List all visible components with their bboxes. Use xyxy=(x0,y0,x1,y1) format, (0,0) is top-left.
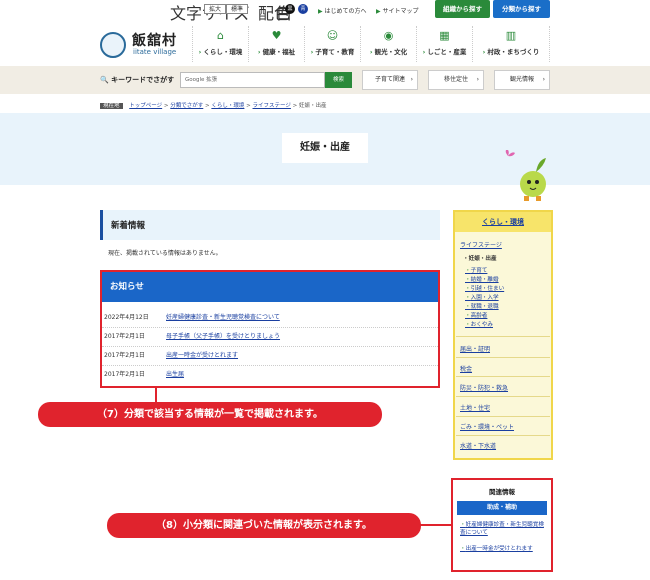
notice-date: 2022年4月12日 xyxy=(104,314,149,321)
sidebar-sub-link[interactable]: 引越・住まい xyxy=(465,285,505,293)
town-icon: ▥ xyxy=(505,29,517,42)
breadcrumb-link[interactable]: くらし・環境 xyxy=(211,103,244,109)
related-link[interactable]: 出産一時金が受けとれます xyxy=(460,545,546,553)
sidebar-category-link[interactable]: 税金 xyxy=(460,364,472,373)
village-logo-icon[interactable] xyxy=(100,32,126,58)
first-visit-link[interactable]: ▶ はじめての方へ xyxy=(318,6,367,15)
sidebar-category-link[interactable]: 水道・下水道 xyxy=(460,441,496,450)
new-info-header: 新着情報 xyxy=(100,210,440,240)
logo-subtitle: iitate village xyxy=(133,48,177,56)
nav-childcare[interactable]: ☺子育て・教育 xyxy=(304,26,360,62)
notice-header: お知らせ xyxy=(102,272,438,302)
nav-living[interactable]: ⌂くらし・環境 xyxy=(192,26,248,62)
heart-icon: ♥ xyxy=(271,29,282,42)
divider xyxy=(456,376,550,377)
building-icon: ▦ xyxy=(439,29,450,42)
quick-link-childcare[interactable]: 子育て関連 xyxy=(362,70,418,90)
sidebar-category-link[interactable]: 土地・住宅 xyxy=(460,403,490,412)
callout-7: （7）分類で該当する情報が一覧で掲載されます。 xyxy=(38,402,382,427)
sidebar-sub-link[interactable]: 子育て xyxy=(465,267,488,275)
sidebar-sub-link[interactable]: おくやみ xyxy=(465,321,493,329)
table-row: 2017年2月1日 出生届 xyxy=(102,366,438,385)
notice-date: 2017年2月1日 xyxy=(104,333,145,340)
nav-health[interactable]: ♥健康・福祉 xyxy=(248,26,304,62)
color-blue-button[interactable]: 青 xyxy=(298,4,308,14)
sidebar-sub-link[interactable]: 高齢者 xyxy=(465,312,488,320)
nav-tourism[interactable]: ◉観光・文化 xyxy=(360,26,416,62)
sidebar-current: ・妊娠・出産 xyxy=(463,256,497,262)
breadcrumb: 現在地 トップページ > 分類でさがす > くらし・環境 > ライフステージ >… xyxy=(100,101,327,109)
keyword-label: 🔍 キーワードでさがす xyxy=(100,76,175,84)
breadcrumb-link[interactable]: トップページ xyxy=(129,103,162,109)
sidebar-stage-link[interactable]: ライフステージ xyxy=(460,240,502,249)
page-title: 妊娠・出産 xyxy=(282,133,368,163)
notice-date: 2017年2月1日 xyxy=(104,371,145,378)
notice-link[interactable]: 母子手帳（父子手帳）を受けとりましょう xyxy=(166,328,280,346)
divider xyxy=(456,416,550,417)
table-row: 2017年2月1日 母子手帳（父子手帳）を受けとりましょう xyxy=(102,328,438,347)
callout-connector xyxy=(155,388,157,403)
notice-link[interactable]: 妊産婦健康診査・新生児聴覚検査について xyxy=(166,309,280,327)
divider xyxy=(456,396,550,397)
search-input[interactable]: Google 拡張 xyxy=(180,72,325,88)
notice-link[interactable]: 出産一時金が受けとれます xyxy=(166,347,238,365)
callout-connector xyxy=(420,524,452,526)
breadcrumb-link[interactable]: 分類でさがす xyxy=(170,103,203,109)
divider xyxy=(456,336,550,337)
table-row: 2017年2月1日 出産一時金が受けとれます xyxy=(102,347,438,366)
related-info-subheader: 助成・補助 xyxy=(457,501,547,515)
color-black-button[interactable]: 黒 xyxy=(285,4,295,14)
sidebar-sub-link[interactable]: 結婚・離婚 xyxy=(465,276,499,284)
breadcrumb-current: 妊娠・出産 xyxy=(299,103,327,109)
org-search-button[interactable]: 組織から探す xyxy=(435,0,490,18)
notice-link[interactable]: 出生届 xyxy=(166,366,184,384)
table-row: 2022年4月12日 妊産婦健康診査・新生児聴覚検査について xyxy=(102,309,438,328)
font-std-button[interactable]: 標準 xyxy=(226,4,249,14)
quick-link-tourism[interactable]: 観光情報 xyxy=(494,70,550,90)
nav-work[interactable]: ▦しごと・産業 xyxy=(416,26,472,62)
child-icon: ☺ xyxy=(326,29,339,42)
sidebar-sub-link[interactable]: 入園・入学 xyxy=(465,294,499,302)
new-info-empty-text: 現在、掲載されている情報はありません。 xyxy=(108,250,222,257)
notice-date: 2017年2月1日 xyxy=(104,352,145,359)
related-link[interactable]: 妊産婦健康診査・新生児聴覚検査について xyxy=(460,521,546,537)
new-info-title: 新着情報 xyxy=(111,221,146,231)
breadcrumb-link[interactable]: ライフステージ xyxy=(253,103,291,109)
house-icon: ⌂ xyxy=(217,29,224,42)
search-icon: 🔍 xyxy=(100,76,109,84)
sidebar-category-link[interactable]: 届出・証明 xyxy=(460,344,490,353)
search-submit-button[interactable]: 検索 xyxy=(325,72,352,88)
quick-link-migration[interactable]: 移住定住 xyxy=(428,70,484,90)
category-search-button[interactable]: 分類から探す xyxy=(493,0,550,18)
divider xyxy=(456,357,550,358)
related-info-title: 関連情報 xyxy=(489,488,515,496)
callout-8: （8）小分類に関連づいた情報が表示されます。 xyxy=(107,513,421,538)
sidebar-category-link[interactable]: ごみ・環境・ペット xyxy=(460,422,514,431)
breadcrumb-here-label: 現在地 xyxy=(100,103,123,109)
divider xyxy=(456,435,550,436)
sidebar-header[interactable]: くらし・環境 xyxy=(455,212,551,232)
sidebar-category-link[interactable]: 防災・防犯・救急 xyxy=(460,383,508,392)
mascot-image xyxy=(505,150,546,201)
font-large-button[interactable]: 拡大 xyxy=(204,4,227,14)
camera-icon: ◉ xyxy=(383,29,394,42)
sitemap-link[interactable]: ▶ サイトマップ xyxy=(376,6,419,15)
nav-village[interactable]: ▥村政・まちづくり xyxy=(472,26,550,62)
logo-title[interactable]: 飯舘村 xyxy=(132,30,177,50)
sidebar-sub-link[interactable]: 就職・退職 xyxy=(465,303,499,311)
